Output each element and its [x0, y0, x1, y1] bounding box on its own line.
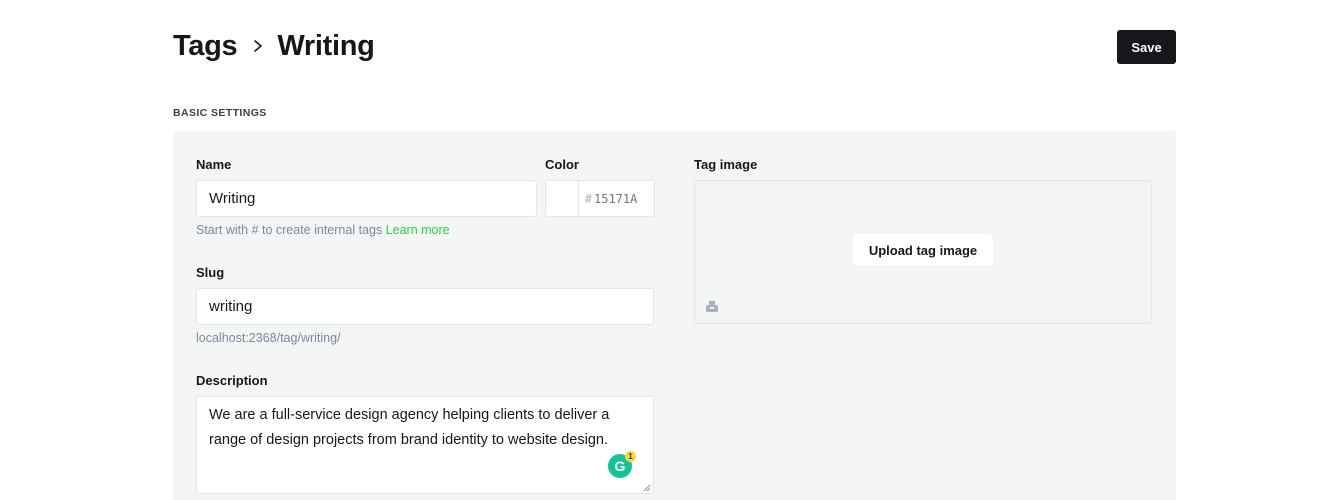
name-input[interactable]: [196, 180, 537, 217]
breadcrumb: Tags Writing: [173, 30, 375, 63]
description-textarea[interactable]: We are a full-service design agency help…: [196, 396, 654, 494]
breadcrumb-tags-link[interactable]: Tags: [173, 30, 238, 63]
color-hex-input[interactable]: [594, 191, 654, 206]
tag-image-label: Tag image: [694, 157, 758, 172]
name-hint: Start with # to create internal tags Lea…: [196, 223, 450, 237]
grammarly-badge: 1: [625, 451, 636, 462]
description-label: Description: [196, 373, 268, 388]
chevron-right-icon: [254, 40, 263, 52]
color-label: Color: [545, 157, 579, 172]
name-label: Name: [196, 157, 232, 172]
slug-url: localhost:2368/tag/writing/: [196, 331, 341, 345]
page-header: Tags Writing Save: [173, 26, 1176, 66]
tag-edit-page: Tags Writing Save BASIC SETTINGS Name St…: [0, 0, 1336, 500]
breadcrumb-current: Writing: [277, 29, 375, 62]
resize-handle-icon[interactable]: [643, 484, 651, 492]
save-button[interactable]: Save: [1117, 30, 1176, 64]
tag-image-dropzone[interactable]: Upload tag image: [694, 180, 1152, 324]
slug-label: Slug: [196, 265, 225, 280]
section-title: BASIC SETTINGS: [173, 107, 267, 119]
slug-input[interactable]: [196, 288, 654, 325]
image-upload-icon: [706, 301, 718, 312]
learn-more-link[interactable]: Learn more: [386, 223, 450, 237]
color-swatch[interactable]: [546, 181, 579, 216]
color-hash: #: [584, 191, 592, 206]
name-hint-text: Start with # to create internal tags: [196, 223, 383, 237]
upload-tag-image-button[interactable]: Upload tag image: [853, 234, 993, 266]
color-picker: #: [545, 180, 655, 217]
basic-settings-card: Name Start with # to create internal tag…: [173, 131, 1176, 500]
